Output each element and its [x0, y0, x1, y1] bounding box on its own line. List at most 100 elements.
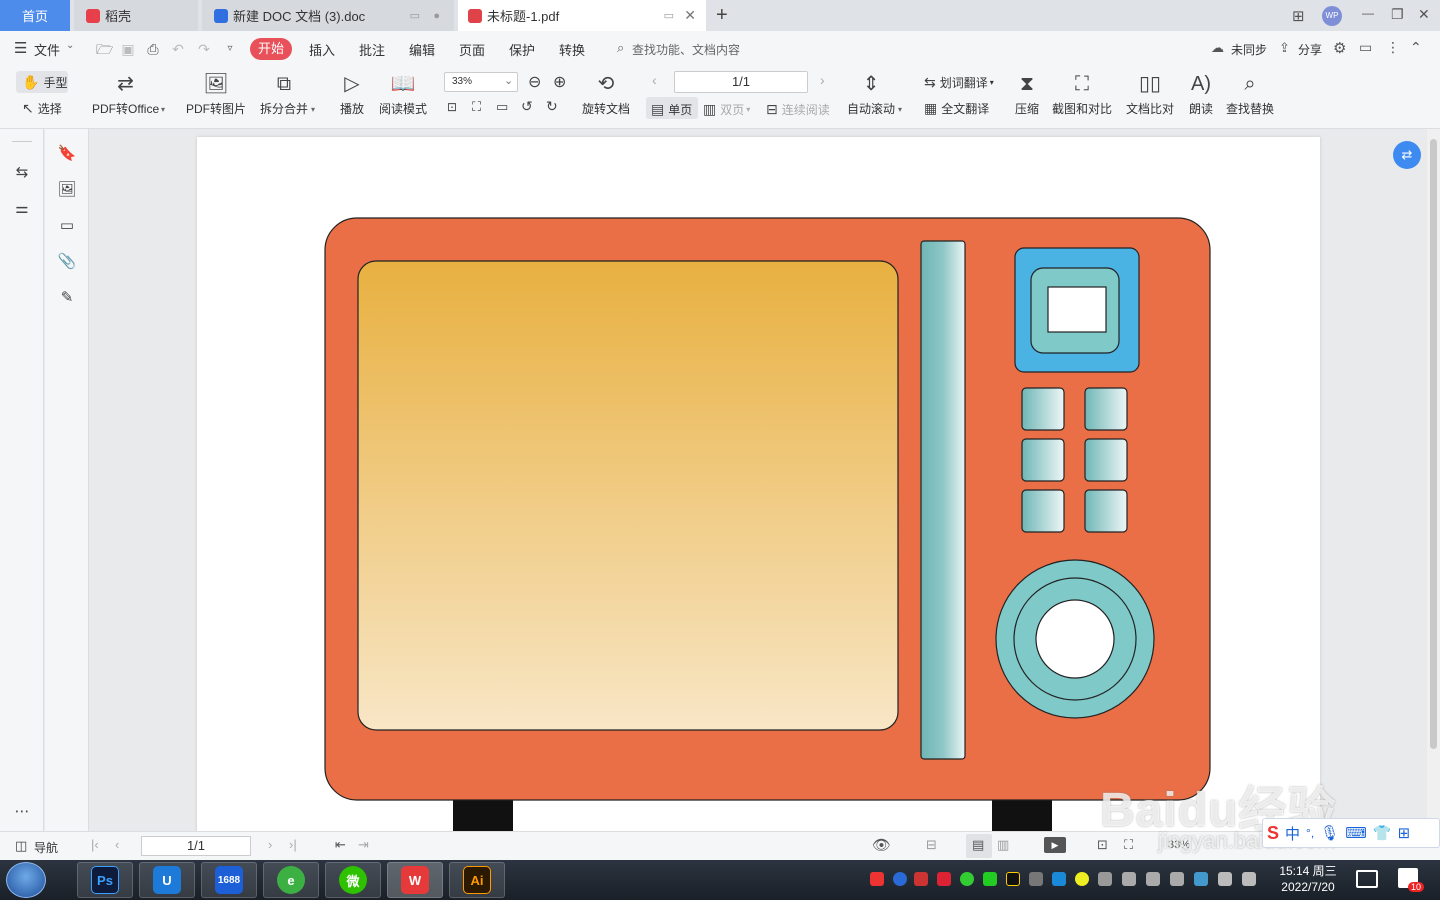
- actual-size-icon[interactable]: ⊡: [447, 100, 457, 114]
- zoom-select[interactable]: 33% ⌄: [444, 72, 518, 92]
- more-icon[interactable]: ⋮: [1386, 39, 1400, 56]
- tab-float-icon[interactable]: ▭: [410, 9, 420, 22]
- continuous-read-button[interactable]: ⊟ 连续阅读: [766, 101, 830, 118]
- page-number-input[interactable]: 1/1: [674, 71, 808, 93]
- menu-convert[interactable]: 转换: [559, 40, 585, 59]
- sync-status[interactable]: 未同步: [1231, 41, 1267, 58]
- qq-tray-icon[interactable]: [1006, 872, 1020, 886]
- menu-insert[interactable]: 插入: [309, 40, 335, 59]
- menu-start[interactable]: 开始: [250, 38, 292, 60]
- close-window-button[interactable]: ✕: [1418, 6, 1430, 23]
- ime-toolbar[interactable]: S 中 °, 🎙 ⌨ 👕 ⊞: [1262, 818, 1440, 848]
- tab-close-icon[interactable]: ✕: [684, 7, 696, 24]
- rotate-doc-button[interactable]: ⟲ 旋转文档: [582, 71, 630, 117]
- hamburger-icon[interactable]: ☰: [14, 39, 27, 57]
- ime-punct[interactable]: °,: [1306, 826, 1314, 840]
- tab-doc[interactable]: 新建 DOC 文档 (3).doc ▭ ●: [202, 0, 454, 31]
- word-translate-button[interactable]: ⇆ 划词翻译 ▾: [924, 74, 994, 91]
- tray-app-icon[interactable]: [1075, 872, 1089, 886]
- document-canvas[interactable]: [90, 129, 1427, 831]
- pdf-to-image-button[interactable]: 🖼 PDF转图片: [186, 71, 246, 117]
- auto-scroll-button[interactable]: ⇕ 自动滚动: [847, 71, 895, 117]
- fit-width-icon[interactable]: ▭: [496, 99, 508, 115]
- collapse-ribbon-icon[interactable]: ⌃: [1410, 39, 1422, 56]
- tray-app-icon[interactable]: [1194, 872, 1208, 886]
- taskbar-wps[interactable]: W: [387, 862, 443, 898]
- keyboard-icon[interactable]: ⌨: [1345, 824, 1367, 842]
- nav-label[interactable]: 导航: [34, 839, 58, 856]
- w-tray-icon[interactable]: [937, 872, 951, 886]
- first-page-icon[interactable]: |‹: [91, 837, 99, 852]
- last-page-icon[interactable]: ›|: [289, 837, 297, 852]
- tab-float-icon[interactable]: ▭: [664, 9, 674, 22]
- skin-icon[interactable]: 👕: [1373, 824, 1392, 842]
- menu-protect[interactable]: 保护: [509, 40, 535, 59]
- split-merge-button[interactable]: ⧉ 拆分合并: [260, 71, 308, 117]
- single-page-status-icon[interactable]: ▤: [972, 837, 984, 853]
- share-button[interactable]: 分享: [1298, 41, 1322, 58]
- select-tool-button[interactable]: ↖ 选择: [22, 100, 62, 117]
- menu-page[interactable]: 页面: [459, 40, 485, 59]
- compress-button[interactable]: ⧗ 压缩: [1014, 71, 1040, 117]
- back-icon[interactable]: ⇤: [335, 837, 346, 853]
- taskbar-browser[interactable]: e: [263, 862, 319, 898]
- print-icon[interactable]: ⎙: [145, 41, 161, 57]
- grid-icon[interactable]: ⊞: [1292, 7, 1305, 25]
- comment-icon[interactable]: ▭: [1359, 39, 1372, 56]
- taskbar-app-u[interactable]: U: [139, 862, 195, 898]
- float-assist-button[interactable]: ⇄: [1393, 141, 1421, 169]
- menu-file[interactable]: 文件: [34, 40, 60, 59]
- translate-side-icon[interactable]: ⇆: [12, 163, 32, 183]
- fit-width-status-icon[interactable]: ⊟: [926, 837, 937, 853]
- help-tray-icon[interactable]: [893, 872, 907, 886]
- nav-panel-icon[interactable]: ◫: [15, 838, 27, 854]
- comment-side-icon[interactable]: ▭: [57, 216, 77, 236]
- read-aloud-button[interactable]: A) 朗读: [1188, 71, 1214, 117]
- wechat-tray-icon[interactable]: [983, 872, 997, 886]
- system-clock[interactable]: 15:14 周三 2022/7/20: [1272, 863, 1344, 895]
- tray-app-icon[interactable]: [1052, 872, 1066, 886]
- taskbar-wechat[interactable]: 微: [325, 862, 381, 898]
- single-page-button[interactable]: ▤ 单页: [651, 101, 692, 118]
- save-icon[interactable]: ▣: [120, 41, 136, 57]
- network-icon[interactable]: [1218, 872, 1232, 886]
- chevron-down-icon[interactable]: ⌄: [66, 40, 74, 51]
- full-translate-button[interactable]: ▦ 全文翻译: [924, 100, 989, 117]
- prev-page-icon[interactable]: ‹: [115, 837, 119, 852]
- tab-pdf[interactable]: 未标题-1.pdf ▭ ✕: [458, 0, 706, 31]
- menu-annotate[interactable]: 批注: [359, 40, 385, 59]
- forward-icon[interactable]: ⇥: [358, 837, 369, 853]
- new-tab-button[interactable]: +: [716, 4, 728, 27]
- adjust-icon[interactable]: ⚌: [12, 199, 32, 219]
- sogou-tray-icon[interactable]: [870, 872, 884, 886]
- taskbar-illustrator[interactable]: Ai: [449, 862, 505, 898]
- tray-app-icon[interactable]: [1029, 872, 1043, 886]
- tray-app-icon[interactable]: [1098, 872, 1112, 886]
- dropdown-arrow-icon[interactable]: ▾: [898, 105, 902, 114]
- zoom-in-icon[interactable]: ⊕: [553, 72, 566, 92]
- open-folder-icon[interactable]: 🗁: [96, 41, 113, 57]
- undo-icon[interactable]: ↶: [170, 41, 186, 57]
- hand-tool-button[interactable]: ✋ 手型: [22, 74, 67, 91]
- eye-protect-icon[interactable]: 👁: [872, 836, 891, 854]
- double-page-status-icon[interactable]: ▥: [997, 837, 1009, 853]
- thumbnail-icon[interactable]: 🖼: [57, 180, 77, 200]
- tray-app-icon[interactable]: [1122, 872, 1136, 886]
- bookmark-icon[interactable]: 🔖: [57, 144, 77, 164]
- green-tray-icon[interactable]: [960, 872, 974, 886]
- wps-tray-icon[interactable]: [914, 872, 928, 886]
- settings-gear-icon[interactable]: ⚙: [1333, 39, 1346, 57]
- next-page-icon[interactable]: ›: [268, 837, 272, 852]
- menu-edit[interactable]: 编辑: [409, 40, 435, 59]
- next-page-icon[interactable]: ›: [820, 72, 825, 88]
- find-replace-button[interactable]: ⌕ 查找替换: [1226, 71, 1274, 117]
- signature-icon[interactable]: ✎: [57, 288, 77, 308]
- tab-home[interactable]: 首页: [0, 0, 70, 31]
- customize-icon[interactable]: ▿: [222, 41, 238, 57]
- dropdown-arrow-icon[interactable]: ▾: [161, 105, 165, 114]
- screenshot-compare-button[interactable]: ⛶ 截图和对比: [1052, 71, 1112, 117]
- taskbar-1688[interactable]: 1688: [201, 862, 257, 898]
- fit-page-icon[interactable]: ⛶: [472, 99, 481, 115]
- search-function-input[interactable]: 查找功能、文档内容: [632, 41, 740, 58]
- scrollbar-thumb[interactable]: [1430, 139, 1437, 749]
